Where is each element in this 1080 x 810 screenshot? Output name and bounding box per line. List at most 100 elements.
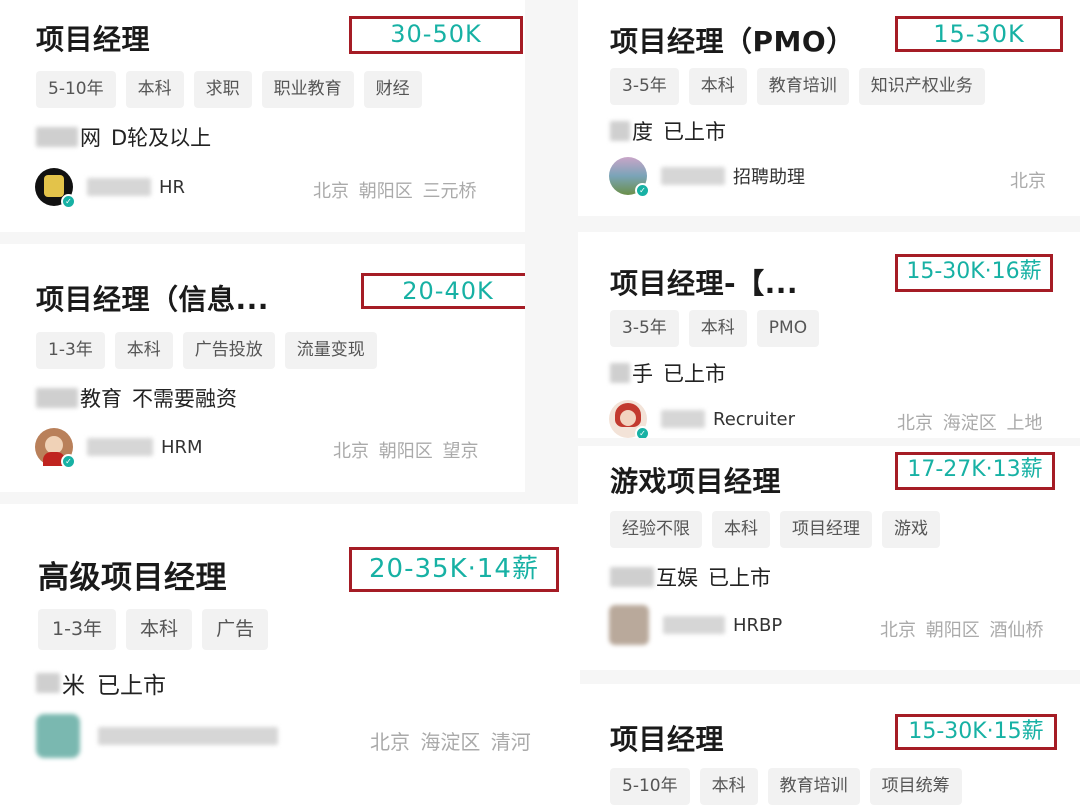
company-name: 网: [80, 126, 101, 150]
tag: 流量变现: [284, 332, 377, 369]
salary-label: 15-30K·15薪: [895, 714, 1057, 750]
verified-icon: ✓: [635, 183, 650, 198]
recruiter-role: Recruiter: [713, 408, 796, 430]
salary-label: 20-40K: [361, 273, 525, 309]
tag: 项目统筹: [869, 768, 962, 805]
job-location: 北京 朝阳区 酒仙桥: [880, 620, 1044, 641]
job-card[interactable]: 项目经理 30-50K 5-10年 本科 求职 职业教育 财经 网 D轮及以上 …: [0, 0, 525, 232]
tag: 本科: [699, 768, 758, 805]
job-location: 北京 海淀区 上地: [897, 413, 1043, 434]
recruiter-role: 招聘助理: [733, 167, 805, 188]
blurred-company-name: [36, 673, 60, 693]
recruiter[interactable]: ✓ 招聘助理: [609, 157, 805, 198]
tag: 3-5年: [610, 310, 679, 347]
job-tags: 1-3年 本科 广告投放 流量变现: [36, 332, 377, 369]
tag: 知识产权业务: [858, 68, 985, 105]
avatar: ✓: [35, 428, 76, 469]
blurred-company-name: [610, 363, 630, 383]
tag: 5-10年: [610, 768, 690, 805]
tag: 项目经理: [780, 511, 872, 548]
avatar: ✓: [609, 400, 650, 438]
company-line: 网 D轮及以上: [36, 122, 211, 152]
tag: 本科: [688, 68, 747, 105]
job-location: 北京 朝阳区 望京: [333, 441, 479, 462]
job-title: 项目经理: [610, 723, 725, 756]
job-card[interactable]: 游戏项目经理 17-27K·13薪 经验不限 本科 项目经理 游戏 互娱 已上市…: [578, 446, 1080, 670]
tag: 1-3年: [38, 609, 117, 650]
blurred-recruiter-name: [87, 178, 151, 196]
avatar: ✓: [35, 168, 76, 209]
verified-icon: ✓: [61, 194, 76, 209]
job-title: 高级项目经理: [38, 560, 227, 596]
company-name: 手: [632, 362, 653, 386]
blurred-company-name: [36, 388, 78, 408]
company-line: 互娱 已上市: [610, 562, 771, 592]
recruiter[interactable]: ✓ HR: [35, 168, 186, 209]
job-tags: 5-10年 本科 求职 职业教育 财经: [36, 71, 422, 108]
recruiter-role: HRBP: [733, 614, 783, 636]
company-stage: D轮及以上: [111, 126, 212, 150]
company-name: 米: [62, 673, 85, 699]
verified-icon: ✓: [61, 454, 76, 469]
tag: 3-5年: [610, 68, 679, 105]
company-line: 教育 不需要融资: [36, 383, 237, 413]
tag: 求职: [193, 71, 252, 108]
tag: 教育培训: [767, 768, 860, 805]
recruiter[interactable]: [36, 714, 286, 758]
company-stage: 已上市: [97, 673, 166, 699]
avatar: [609, 605, 649, 645]
company-line: 度 已上市: [610, 116, 726, 146]
company-stage: 已上市: [663, 120, 726, 144]
recruiter[interactable]: HRBP: [609, 605, 782, 645]
job-title: 项目经理（信息...: [36, 283, 269, 316]
company-name: 度: [632, 120, 653, 144]
job-tags: 经验不限 本科 项目经理 游戏: [610, 511, 940, 548]
tag: 本科: [114, 332, 173, 369]
blurred-company-name: [36, 127, 78, 147]
company-line: 米 已上市: [36, 666, 166, 700]
job-tags: 1-3年 本科 广告: [38, 609, 269, 650]
salary-label: 30-50K: [349, 16, 523, 54]
job-tags: 3-5年 本科 教育培训 知识产权业务: [610, 68, 985, 105]
recruiter[interactable]: ✓ HRM: [35, 428, 203, 469]
recruiter-role: HR: [159, 176, 186, 198]
salary-label: 15-30K·16薪: [895, 254, 1053, 292]
tag: PMO: [756, 310, 820, 347]
salary-label: 15-30K: [895, 16, 1063, 52]
blurred-recruiter-name: [663, 616, 725, 634]
company-stage: 已上市: [663, 362, 726, 386]
tag: 本科: [688, 310, 747, 347]
recruiter[interactable]: ✓ Recruiter: [609, 400, 795, 438]
avatar: ✓: [609, 157, 650, 198]
verified-icon: ✓: [635, 426, 650, 438]
tag: 广告: [202, 609, 269, 650]
blurred-company-name: [610, 121, 630, 141]
job-title: 项目经理（PMO）: [610, 25, 855, 58]
company-stage: 不需要融资: [132, 387, 237, 411]
job-title: 项目经理: [36, 23, 151, 56]
blurred-company-name: [610, 567, 654, 587]
job-title: 游戏项目经理: [610, 465, 782, 498]
salary-label: 20-35K·14薪: [349, 547, 559, 592]
job-title: 项目经理-【...: [610, 267, 799, 300]
tag: 经验不限: [610, 511, 702, 548]
job-card[interactable]: 项目经理（信息... 20-40K 1-3年 本科 广告投放 流量变现 教育 不…: [0, 244, 525, 492]
job-card[interactable]: 项目经理（PMO） 15-30K 3-5年 本科 教育培训 知识产权业务 度 已…: [578, 0, 1080, 216]
company-line: 手 已上市: [610, 358, 726, 388]
tag: 教育培训: [756, 68, 849, 105]
job-location: 北京: [1010, 171, 1046, 192]
job-tags: 3-5年 本科 PMO: [610, 310, 820, 347]
blurred-recruiter-name: [98, 727, 278, 745]
job-location: 北京 朝阳区 三元桥: [313, 181, 477, 202]
tag: 1-3年: [36, 332, 105, 369]
job-card[interactable]: 项目经理 15-30K·15薪 5-10年 本科 教育培训 项目统筹: [578, 684, 1080, 810]
tag: 本科: [712, 511, 770, 548]
tag: 本科: [126, 609, 193, 650]
tag: 财经: [363, 71, 422, 108]
job-card[interactable]: 项目经理-【... 15-30K·16薪 3-5年 本科 PMO 手 已上市 ✓…: [578, 232, 1080, 438]
job-location: 北京 海淀区 清河: [370, 730, 531, 754]
recruiter-role: HRM: [161, 436, 203, 458]
job-card[interactable]: 高级项目经理 20-35K·14薪 1-3年 本科 广告 米 已上市 北京 海淀…: [0, 504, 580, 810]
company-name: 教育: [80, 387, 122, 411]
blurred-recruiter-name: [661, 410, 705, 428]
